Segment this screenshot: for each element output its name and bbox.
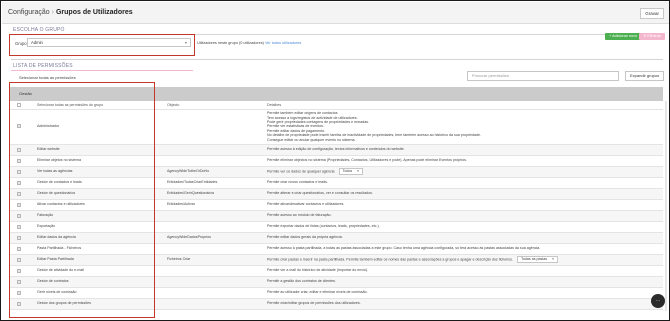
permission-scope-value: Todos — [342, 169, 353, 174]
permission-object: Entidades/Activar — [165, 199, 265, 211]
permission-object — [165, 265, 265, 277]
permission-details-text: Permite criar/editar grupos de permissõe… — [267, 301, 361, 306]
permission-details: Permite eliminar objectos no sistema (Pr… — [265, 155, 663, 167]
group-section-title: ESCOLHA O GRUPO — [13, 27, 65, 33]
permission-details: Permite acesso à edição de configuração,… — [265, 144, 663, 156]
permission-object: AgencyWideTotheOrDoHo — [165, 166, 265, 178]
add-group-button[interactable]: + Adicionar novo — [605, 33, 642, 40]
permission-object — [165, 276, 265, 288]
permission-details: Permite ver a mail do histórico de ativi… — [265, 265, 663, 277]
breadcrumb-root[interactable]: Configuração — [8, 9, 50, 16]
group-users-info: Utilizadores neste grupo (0 utilizadores… — [197, 41, 301, 45]
permission-scope-select[interactable]: Todas as pastas ▾ — [517, 256, 558, 264]
permission-details: Permite criar pastas e inserir na pasta … — [265, 254, 663, 266]
permission-details: Permite acesso ao módulo de faturação. — [265, 210, 663, 222]
permission-details-text: Permite acesso à edição de configuração,… — [267, 147, 405, 152]
permission-object — [165, 144, 265, 156]
permissions-highlight-box — [9, 82, 155, 318]
breadcrumb-separator: › — [51, 9, 54, 16]
app-frame: Configuração › Grupos de Utilizadores Grav… — [0, 0, 670, 321]
users-count-text: Utilizadores neste grupo (0 utilizadores… — [197, 41, 264, 45]
permission-details-text: Permite ver os dados de qualquer agência — [267, 169, 335, 174]
permission-details: Permite alterar e criar questionários, v… — [265, 188, 663, 200]
permission-details-text: Permite ao utilizador criar, editar e el… — [267, 290, 368, 295]
permission-details: Permite editar dados gerais da própria a… — [265, 232, 663, 244]
permission-details-text: Permitir a gestão dos contratos de clien… — [267, 279, 336, 284]
chevron-down-icon: ▾ — [184, 40, 187, 45]
permission-details: Permite ao utilizador criar, editar e el… — [265, 287, 663, 299]
permissions-search-input[interactable]: Procurar permissões — [467, 71, 619, 81]
permission-object — [165, 243, 265, 255]
permission-details-text: Permite acesso ao módulo de faturação. — [267, 213, 332, 218]
top-bar: Configuração › Grupos de Utilizadores Grav… — [2, 2, 669, 24]
select-all-permissions[interactable]: Selecionar todas as permissões — [19, 75, 76, 80]
permission-object — [165, 298, 265, 310]
permission-object — [165, 155, 265, 167]
view-users-link[interactable]: Ver todos utilizadores — [265, 41, 301, 45]
permission-object — [165, 221, 265, 233]
permission-scope-select[interactable]: Todos ▾ — [338, 168, 363, 176]
group-select-value: Admin — [31, 40, 43, 45]
chat-button[interactable]: ⋯ — [651, 294, 665, 308]
permission-scope-value: Todas as pastas — [521, 257, 548, 262]
permission-object: Ficheiros Criar — [165, 254, 265, 266]
group-select[interactable]: Admin ▾ — [27, 38, 191, 47]
permission-details-text: Permite eliminar objectos no sistema (Pr… — [267, 158, 467, 163]
permission-details: Permite ativar/desativar contactos e uti… — [265, 199, 663, 211]
permission-details: Permite criar/editar grupos de permissõe… — [265, 298, 663, 310]
permission-details-text: Permite também editar origens de contact… — [267, 111, 481, 142]
delete-group-button[interactable]: ✕ Eliminar — [639, 33, 665, 40]
permission-details-text: Permite ver a mail do histórico de ativi… — [267, 268, 369, 273]
column-header-details: Detalhes — [265, 101, 663, 110]
permission-object: AgencyWideDadosProprios — [165, 232, 265, 244]
permission-object: Entidades/GerirQuestionários — [165, 188, 265, 200]
permission-details-text: Permite alterar e criar questionários, v… — [267, 191, 373, 196]
expand-groups-button[interactable]: Expandir grupos — [625, 71, 665, 81]
pink-divider — [11, 70, 193, 71]
divider — [11, 59, 663, 60]
group-label: Grupo — [15, 41, 27, 46]
permission-details-text: Permite ativar/desativar contactos e uti… — [267, 202, 345, 207]
permission-object — [165, 287, 265, 299]
permission-details: Permite acesso à pasta partilhada, a tod… — [265, 243, 663, 255]
permission-details: Permitir a gestão dos contratos de clien… — [265, 276, 663, 288]
column-header-object: Objecto — [165, 101, 265, 110]
permission-details-text: Permite editar dados gerais da própria a… — [267, 235, 343, 240]
permission-details-text: Permite criar novos contactos e leads. — [267, 180, 328, 185]
breadcrumb-current: Grupos de Utilizadores — [55, 9, 133, 16]
permission-details-text: Permite exportar dados de listas (contac… — [267, 224, 380, 229]
scrollbar[interactable] — [665, 101, 667, 311]
permission-object — [165, 210, 265, 222]
chevron-down-icon: ▾ — [552, 257, 554, 262]
save-button[interactable]: Gravar — [640, 8, 664, 19]
permission-details: Permite também editar origens de contact… — [265, 109, 663, 145]
permission-details: Permite ver os dados de qualquer agência… — [265, 166, 663, 178]
chevron-down-icon: ▾ — [357, 169, 359, 174]
permission-details: Permite criar novos contactos e leads. — [265, 177, 663, 189]
permission-details-text: Permite acesso à pasta partilhada, a tod… — [267, 246, 541, 251]
permission-object: Entidades/TodasCriarEntidades — [165, 177, 265, 189]
permission-details: Permite exportar dados de listas (contac… — [265, 221, 663, 233]
breadcrumb: Configuração › Grupos de Utilizadores — [8, 7, 133, 19]
chat-icon: ⋯ — [655, 297, 661, 304]
permissions-section-title: LISTA DE PERMISSÕES — [13, 63, 73, 69]
permission-object — [165, 109, 265, 145]
permission-details-text: Permite criar pastas e inserir na pasta … — [267, 257, 514, 262]
